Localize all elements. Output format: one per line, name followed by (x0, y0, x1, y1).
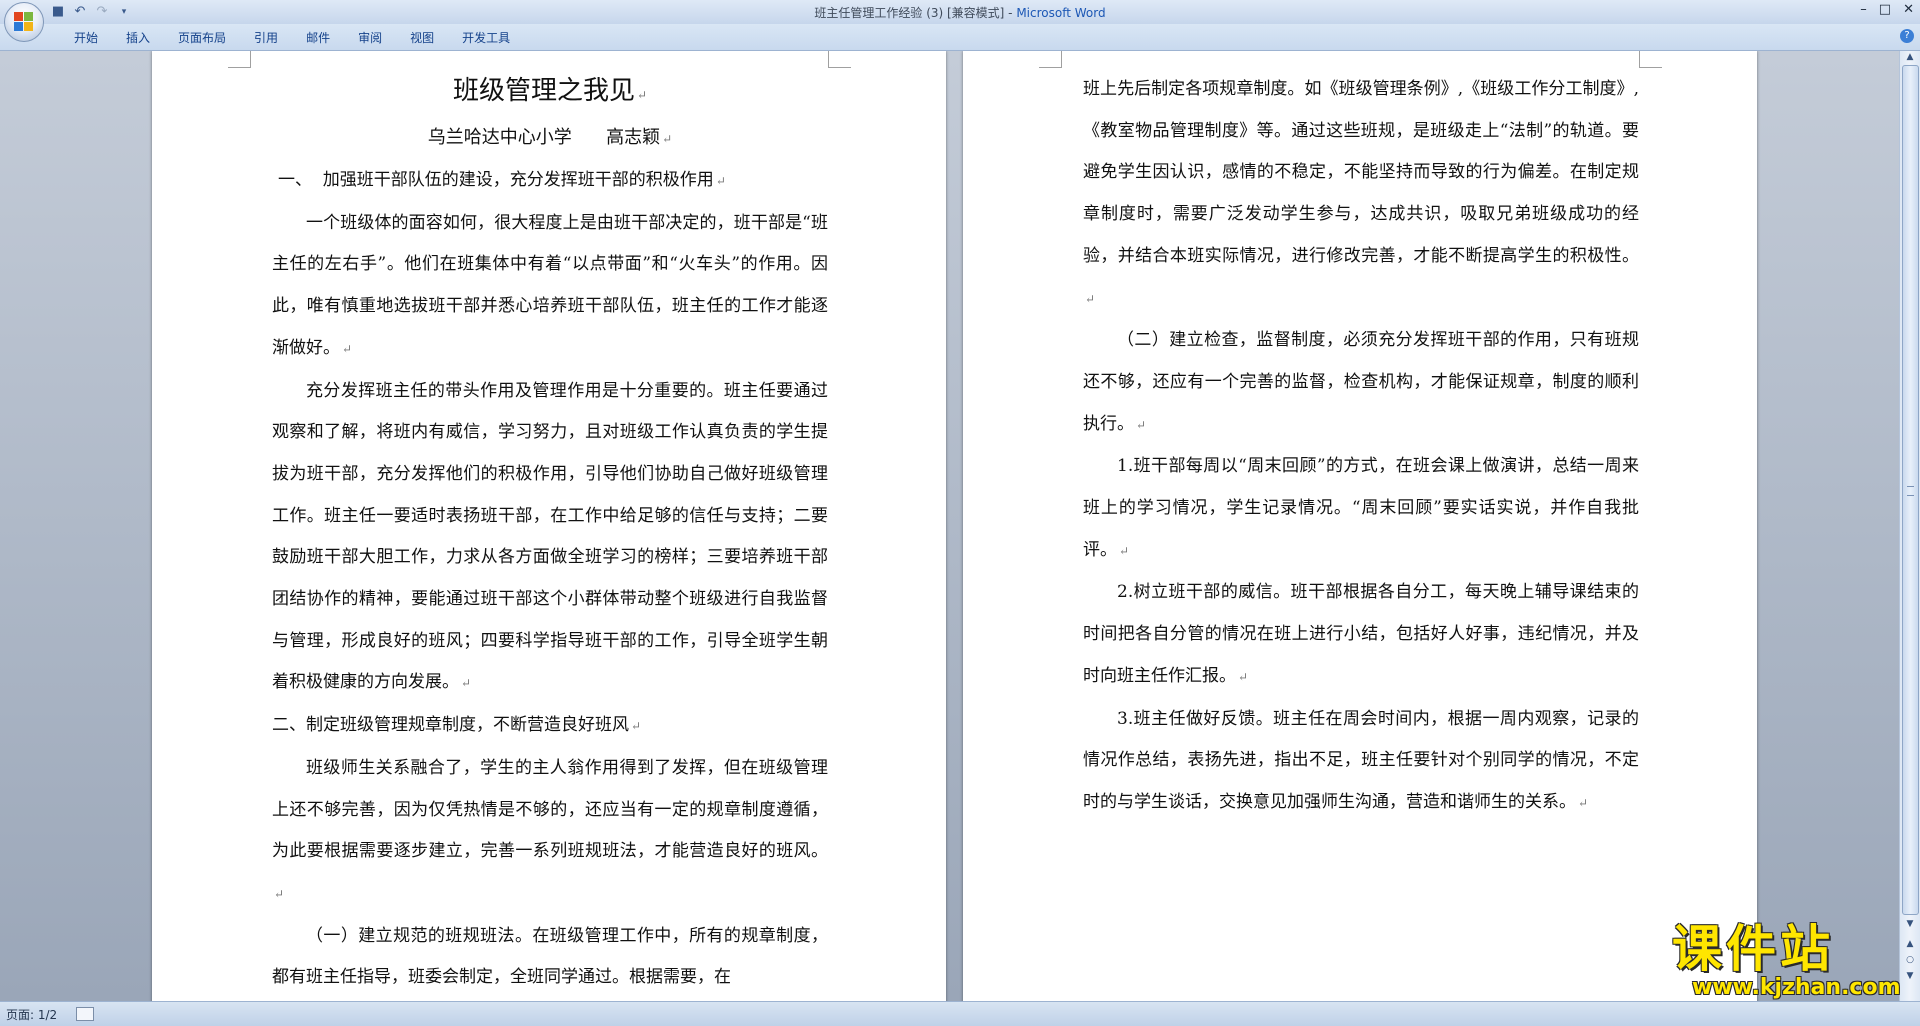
tab-review[interactable]: 审阅 (344, 29, 396, 46)
margin-corner-mark (828, 51, 851, 68)
ribbon: 开始 插入 页面布局 引用 邮件 审阅 视图 开发工具 ? (0, 24, 1920, 51)
tab-insert[interactable]: 插入 (112, 29, 164, 46)
paragraph: 1.班干部每周以“周末回顾”的方式，在班会课上做演讲，总结一周来班上的学习情况，… (1083, 456, 1639, 560)
paragraph-mark: ↵ (1578, 795, 1589, 810)
title-bar: ■ ↶ ↷ ▾ 班主任管理工作经验 (3) [兼容模式] - Microsoft… (0, 0, 1920, 24)
watermark-title: 课件站 (1672, 920, 1834, 978)
page-content[interactable]: 班上先后制定各项规章制度。如《班级管理条例》,《班级工作分工制度》,《教室物品管… (1083, 69, 1639, 825)
margin-corner-mark (228, 51, 251, 68)
paragraph: 班上先后制定各项规章制度。如《班级管理条例》,《班级工作分工制度》,《教室物品管… (1083, 79, 1639, 306)
margin-corner-mark (1039, 51, 1062, 68)
status-bar: 页面: 1/2 (0, 1001, 1920, 1026)
paragraph-mark: ↵ (1085, 291, 1096, 306)
paragraph: 一、 加强班干部队伍的建设，充分发挥班干部的积极作用 ↵ (278, 170, 726, 190)
scroll-up-icon[interactable]: ▲ (1903, 52, 1917, 64)
browse-object-icon[interactable]: ○ (1903, 955, 1917, 967)
ribbon-tabs: 开始 插入 页面布局 引用 邮件 审阅 视图 开发工具 (60, 29, 524, 46)
close-button[interactable]: ✕ (1903, 2, 1914, 17)
paragraph: 二、制定班级管理规章制度，不断营造良好班风 ↵ (272, 715, 642, 736)
window-title: 班主任管理工作经验 (3) [兼容模式] - Microsoft Word (0, 4, 1920, 21)
paragraph-mark: ↵ (636, 88, 648, 102)
office-button[interactable] (4, 2, 44, 42)
paragraph-mark: ↵ (1136, 417, 1147, 432)
vertical-scrollbar[interactable]: ▲ ▼ ▲ ○ ▼ (1899, 51, 1920, 1001)
paragraph: 3.班主任做好反馈。班主任在周会时间内，根据一周内观察，记录的情况作总结，表扬先… (1083, 708, 1639, 812)
paragraph: 一个班级体的面容如何，很大程度上是由班干部决定的，班干部是“班主任的左右手”。他… (272, 212, 828, 358)
window-controls: – □ ✕ (1860, 2, 1914, 17)
paragraph-mark: ↵ (631, 719, 642, 734)
scroll-down-icon[interactable]: ▼ (1903, 919, 1917, 931)
tab-home[interactable]: 开始 (60, 29, 112, 46)
watermark-url: www.kjzhan.com (1692, 975, 1901, 1000)
help-button[interactable]: ? (1900, 29, 1914, 43)
paragraph-mark: ↵ (274, 886, 285, 901)
margin-corner-mark (1639, 51, 1662, 68)
office-logo-icon (14, 12, 34, 32)
paragraph-mark: ↵ (1119, 543, 1130, 558)
tab-page-layout[interactable]: 页面布局 (164, 29, 240, 46)
next-page-icon[interactable]: ▼ (1903, 971, 1917, 983)
paragraph: 2.树立班干部的威信。班干部根据各自分工，每天晚上辅导课结束的时间把各自分管的情… (1083, 582, 1639, 686)
page-content[interactable]: 班级管理之我见 ↵ 乌兰哈达中心小学 高志颖 ↵ 一、 加强班干部队伍的建设，充分发… (272, 69, 828, 999)
minimize-button[interactable]: – (1860, 2, 1867, 17)
paragraph-mark: ↵ (662, 132, 673, 146)
document-author: 乌兰哈达中心小学 高志颖 ↵ (427, 127, 673, 148)
paragraph-mark: ↵ (1238, 669, 1249, 684)
tab-mailings[interactable]: 邮件 (292, 29, 344, 46)
scrollbar-thumb[interactable] (1902, 65, 1919, 915)
document-page-2[interactable]: 班上先后制定各项规章制度。如《班级管理条例》,《班级工作分工制度》,《教室物品管… (963, 51, 1757, 1001)
tab-view[interactable]: 视图 (396, 29, 448, 46)
paragraph: 班级师生关系融合了，学生的主人翁作用得到了发挥，但在班级管理上还不够完善，因为仅… (272, 757, 828, 901)
tab-developer[interactable]: 开发工具 (448, 29, 524, 46)
app-name: Microsoft Word (1016, 6, 1106, 20)
paragraph-mark: ↵ (715, 174, 726, 188)
previous-page-icon[interactable]: ▲ (1903, 939, 1917, 951)
paragraph-mark: ↵ (342, 341, 353, 356)
watermark-logo: 课件站 www.kjzhan.com (1668, 920, 1901, 1000)
paragraph-mark: ↵ (461, 676, 472, 691)
paragraph: （一）建立规范的班规班法。在班级管理工作中，所有的规章制度，都有班主任指导，班委… (272, 925, 828, 988)
maximize-button[interactable]: □ (1879, 2, 1891, 17)
document-name: 班主任管理工作经验 (3) [兼容模式] - (814, 6, 1017, 20)
tab-references[interactable]: 引用 (240, 29, 292, 46)
paragraph: （二）建立检查，监督制度，必须充分发挥班干部的作用，只有班规还不够，还应有一个完… (1083, 330, 1639, 434)
document-title: 班级管理之我见 ↵ (452, 76, 648, 106)
document-workspace: 班级管理之我见 ↵ 乌兰哈达中心小学 高志颖 ↵ 一、 加强班干部队伍的建设，充分发… (0, 51, 1900, 1001)
grip-icon (1907, 486, 1914, 496)
document-page-1[interactable]: 班级管理之我见 ↵ 乌兰哈达中心小学 高志颖 ↵ 一、 加强班干部队伍的建设，充分发… (152, 51, 946, 1001)
page-count-indicator[interactable]: 页面: 1/2 (6, 1006, 57, 1023)
paragraph: 充分发挥班主任的带头作用及管理作用是十分重要的。班主任要通过观察和了解，将班内有… (272, 380, 828, 693)
proofing-icon[interactable] (76, 1007, 94, 1021)
